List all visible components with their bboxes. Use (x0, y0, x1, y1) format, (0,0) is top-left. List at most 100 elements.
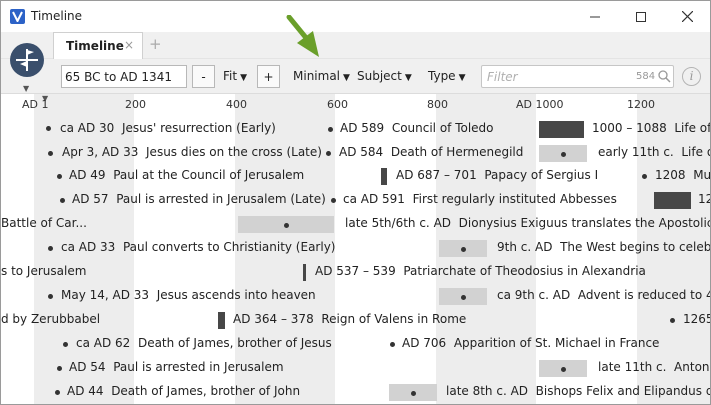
event-span-bar[interactable] (654, 192, 691, 209)
event-label[interactable]: AD 44 Death of James, brother of John (67, 384, 300, 398)
event-label[interactable]: ca AD 591 First regularly instituted Abb… (343, 192, 617, 206)
event-marker (670, 318, 675, 323)
event-label[interactable]: late 5th/6th c. AD Dionysius Exiguus tra… (345, 216, 710, 230)
event-span-bar[interactable] (439, 240, 487, 257)
logo-chevron-down-icon: ▼ (23, 84, 30, 93)
event-label[interactable]: 121 (698, 192, 710, 206)
event-marker (46, 126, 51, 131)
event-label[interactable]: s to Jerusalem (1, 264, 86, 278)
event-span-bar[interactable] (303, 264, 306, 281)
event-span-bar[interactable] (238, 216, 334, 233)
event-label[interactable]: ca AD 33 Paul converts to Christianity (… (61, 240, 335, 254)
event-span-bar[interactable] (539, 360, 587, 377)
tab-timeline[interactable]: Timeline × (53, 32, 143, 59)
event-span-bar[interactable] (389, 384, 437, 401)
event-marker (284, 222, 289, 228)
timeline-canvas[interactable]: ▼ AD 1 200 400 600 800 AD 1000 1200 ca A… (1, 94, 710, 404)
subject-label: Subject (357, 69, 402, 83)
filter-placeholder: Filter (487, 70, 518, 84)
event-label[interactable]: AD 589 Council of Toledo (340, 121, 494, 135)
display-mode-label: Minimal (293, 69, 341, 83)
zoom-out-button[interactable]: - (192, 65, 215, 88)
date-range-input[interactable] (61, 65, 187, 88)
app-logo-icon (10, 9, 25, 24)
event-label[interactable]: AD 584 Death of Hermenegild (339, 145, 523, 159)
scale-label: 800 (427, 98, 448, 111)
event-label[interactable]: AD 537 – 539 Patriarchate of Theodosius … (315, 264, 646, 278)
event-marker (461, 294, 466, 300)
green-arrow-icon (286, 15, 319, 57)
event-label[interactable]: AD 706 Apparition of St. Michael in Fran… (402, 336, 659, 350)
event-label[interactable]: AD 49 Paul at the Council of Jerusalem (69, 168, 304, 182)
event-label[interactable]: ca AD 62 Death of James, brother of Jesu… (76, 336, 332, 350)
event-marker (411, 390, 416, 396)
scale-label: 600 (327, 98, 348, 111)
chevron-down-icon: ▼ (240, 73, 247, 83)
event-label[interactable]: 1000 – 1088 Life of Be (592, 121, 710, 135)
event-label[interactable]: May 14, AD 33 Jesus ascends into heaven (61, 288, 316, 302)
chevron-down-icon: ▼ (343, 73, 350, 83)
maximize-button[interactable] (618, 1, 664, 32)
event-label[interactable]: late 8th c. AD Bishops Felix and Elipand… (446, 384, 710, 398)
minimize-icon (590, 16, 600, 17)
window-title: Timeline (31, 9, 83, 23)
event-span-bar[interactable] (439, 288, 487, 305)
scale-label: 400 (226, 98, 247, 111)
search-icon (658, 70, 671, 83)
event-marker (642, 174, 647, 179)
display-mode-dropdown[interactable]: Minimal ▼ (293, 69, 350, 83)
event-label[interactable]: AD 57 Paul is arrested in Jerusalem (Lat… (72, 192, 326, 206)
event-span-bar[interactable] (218, 312, 225, 329)
add-tab-button[interactable]: + (149, 35, 162, 53)
event-marker (48, 294, 53, 299)
minimize-button[interactable] (572, 1, 618, 32)
timeline-window: Timeline Timeline × + ▼ - F (0, 0, 711, 405)
event-label[interactable]: Battle of Car... (1, 216, 87, 230)
close-button[interactable] (664, 1, 710, 32)
event-span-bar[interactable] (539, 145, 587, 162)
event-marker (48, 246, 53, 251)
filter-input[interactable]: Filter 584 (481, 65, 674, 88)
toolbar: ▼ - Fit▼ + Minimal▼ Subject▼ Type▼ Filte… (1, 43, 710, 94)
scale-label: 200 (125, 98, 146, 111)
tab-strip: Timeline × + (1, 32, 710, 59)
event-marker (57, 366, 62, 371)
event-label[interactable]: Apr 3, AD 33 Jesus dies on the cross (La… (62, 145, 322, 159)
event-marker (561, 366, 566, 372)
event-marker (48, 151, 53, 156)
event-label[interactable]: AD 54 Paul is arrested in Jerusalem (69, 360, 284, 374)
event-span-bar[interactable] (539, 121, 584, 138)
tab-label: Timeline (66, 39, 124, 53)
subject-dropdown[interactable]: Subject ▼ (357, 69, 412, 83)
fit-dropdown[interactable]: Fit ▼ (223, 69, 247, 83)
logos-menu-icon[interactable] (10, 43, 44, 77)
close-icon (681, 11, 693, 22)
event-label[interactable]: ca AD 30 Jesus' resurrection (Early) (60, 121, 276, 135)
zoom-in-button[interactable]: + (257, 65, 280, 88)
event-label[interactable]: AD 364 – 378 Reign of Valens in Rome (233, 312, 466, 326)
info-icon[interactable]: i (682, 67, 701, 86)
maximize-icon (636, 11, 646, 22)
event-label[interactable]: early 11th c. Life of H (598, 145, 710, 159)
event-marker (60, 198, 65, 203)
chevron-down-icon: ▼ (458, 73, 466, 83)
title-bar: Timeline (1, 1, 710, 32)
scale-label: 1200 (627, 98, 655, 111)
event-label[interactable]: d by Zerubbabel (1, 312, 100, 326)
event-label[interactable]: 1265 (683, 312, 710, 326)
event-label[interactable]: 1208 Mur (655, 168, 710, 182)
event-marker (331, 198, 336, 203)
event-marker (55, 390, 60, 395)
fit-label: Fit (223, 69, 238, 83)
event-marker (561, 151, 566, 157)
type-dropdown[interactable]: Type ▼ (428, 69, 465, 83)
tab-close-icon[interactable]: × (124, 38, 134, 52)
event-label[interactable]: AD 687 – 701 Papacy of Sergius I (396, 168, 598, 182)
type-label: Type (428, 69, 456, 83)
event-span-bar[interactable] (381, 168, 387, 185)
scale-label: AD 1 (22, 98, 49, 111)
event-label[interactable]: late 11th c. Antonine (598, 360, 710, 374)
event-label[interactable]: 9th c. AD The West begins to celebrate (497, 240, 710, 254)
event-label[interactable]: ca 9th c. AD Advent is reduced to 4 Sun (497, 288, 710, 302)
event-marker (57, 174, 62, 179)
